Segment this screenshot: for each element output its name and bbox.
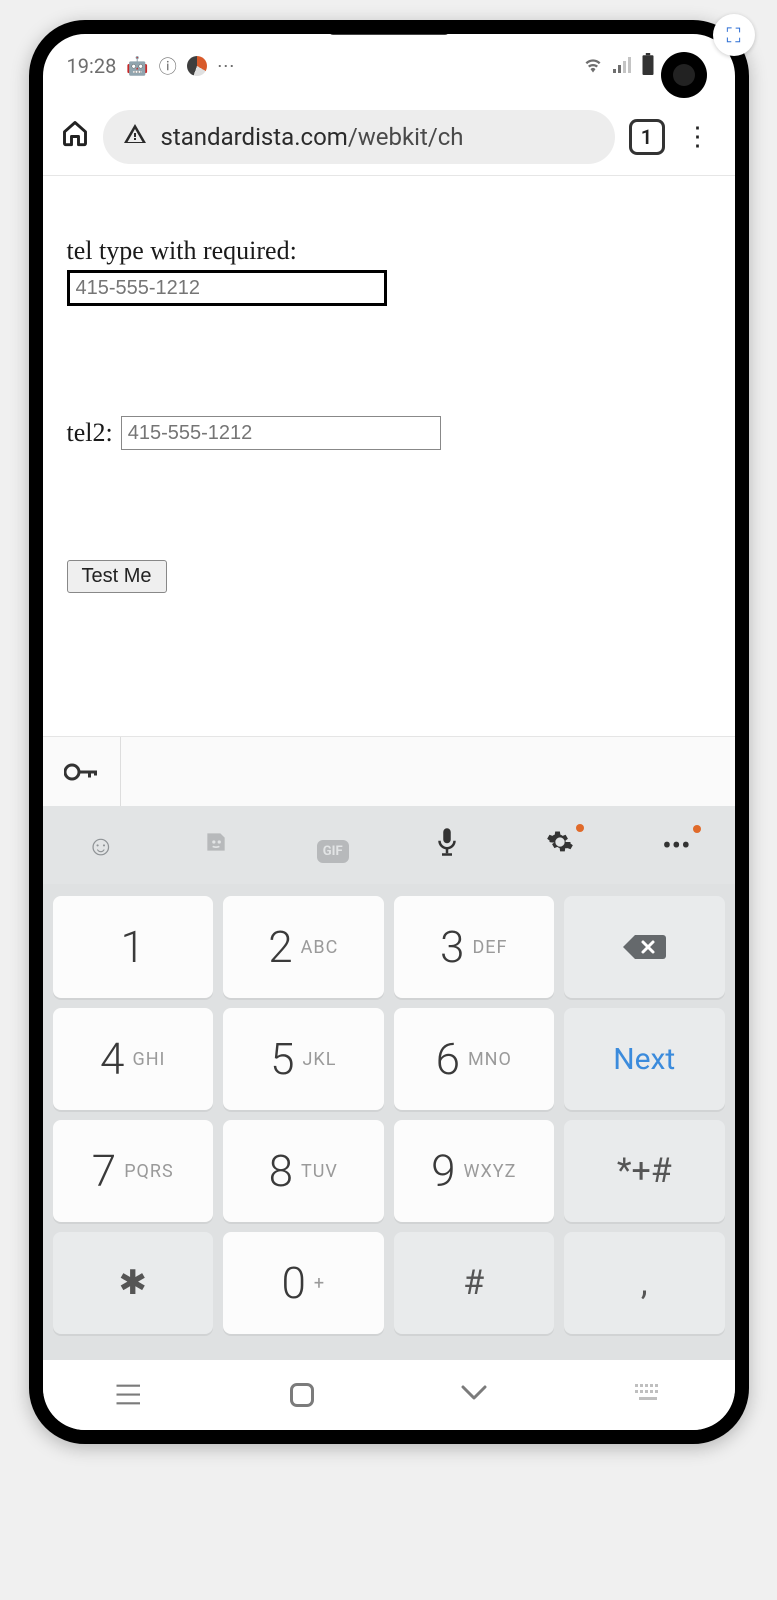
sticker-icon[interactable]: [203, 829, 229, 862]
not-secure-icon: [123, 122, 147, 152]
key-5[interactable]: 5JKL: [223, 1008, 384, 1110]
info-icon: ⓘ: [159, 53, 177, 79]
key-pound[interactable]: #: [394, 1232, 555, 1334]
nav-home-button[interactable]: [290, 1383, 314, 1407]
emoji-icon[interactable]: ☺: [86, 829, 115, 862]
android-icon: 🤖: [126, 56, 148, 77]
url-bar[interactable]: standardista.com/webkit/ch: [103, 110, 615, 164]
phone-frame: 19:28 🤖 ⓘ ⋯: [29, 20, 749, 1444]
clock: 19:28: [67, 54, 117, 78]
phone-speaker: [329, 27, 449, 35]
tabs-button[interactable]: 1: [629, 119, 665, 155]
webpage-content: tel type with required: tel2: Test Me: [43, 176, 735, 736]
nav-keyboard-switch-icon[interactable]: [635, 1383, 661, 1407]
front-camera: [661, 52, 707, 98]
key-star[interactable]: ✱: [53, 1232, 214, 1334]
key-symbols[interactable]: *+#: [564, 1120, 725, 1222]
password-key-icon[interactable]: [43, 737, 121, 806]
gif-icon[interactable]: GIF: [317, 829, 349, 862]
numeric-keypad: 1 2ABC 3DEF 4GHI 5JKL 6MNO Next 7PQRS 8T…: [43, 884, 735, 1360]
key-9[interactable]: 9WXYZ: [394, 1120, 555, 1222]
signal-icon: [613, 54, 631, 78]
keyboard-more-icon[interactable]: •••: [662, 829, 690, 862]
tel2-label: tel2:: [67, 418, 113, 448]
mic-icon[interactable]: [436, 827, 458, 864]
key-3[interactable]: 3DEF: [394, 896, 555, 998]
browser-toolbar: standardista.com/webkit/ch 1 ⋮: [43, 98, 735, 176]
nav-back-button[interactable]: [461, 1380, 487, 1410]
key-6[interactable]: 6MNO: [394, 1008, 555, 1110]
tel2-input[interactable]: [121, 416, 441, 450]
settings-icon[interactable]: [546, 828, 574, 863]
test-me-button[interactable]: Test Me: [67, 560, 167, 593]
tel1-input[interactable]: [67, 270, 387, 306]
key-8[interactable]: 8TUV: [223, 1120, 384, 1222]
autofill-suggestion-area[interactable]: [121, 737, 735, 806]
wifi-icon: [583, 54, 603, 78]
key-1[interactable]: 1: [53, 896, 214, 998]
keyboard-toolbar: ☺ GIF •••: [43, 806, 735, 884]
key-backspace[interactable]: [564, 896, 725, 998]
nav-recents-button[interactable]: |||: [113, 1382, 146, 1409]
autofill-strip: [43, 736, 735, 806]
battery-icon: [641, 53, 655, 80]
tab-count-label: 1: [641, 125, 652, 149]
home-button[interactable]: [61, 119, 89, 155]
key-0[interactable]: 0+: [223, 1232, 384, 1334]
smart-select-icon: ⛶: [713, 14, 755, 56]
app-swirl-icon: [187, 56, 207, 76]
key-next[interactable]: Next: [564, 1008, 725, 1110]
overflow-menu-button[interactable]: ⋮: [679, 122, 717, 152]
key-2[interactable]: 2ABC: [223, 896, 384, 998]
key-4[interactable]: 4GHI: [53, 1008, 214, 1110]
navigation-bar: |||: [43, 1360, 735, 1430]
status-bar: 19:28 🤖 ⓘ ⋯: [43, 34, 735, 98]
tel1-label: tel type with required:: [67, 236, 711, 266]
key-7[interactable]: 7PQRS: [53, 1120, 214, 1222]
key-comma[interactable]: ,: [564, 1232, 725, 1334]
url-text: standardista.com/webkit/ch: [161, 123, 464, 151]
more-notifications-icon: ⋯: [217, 56, 235, 77]
